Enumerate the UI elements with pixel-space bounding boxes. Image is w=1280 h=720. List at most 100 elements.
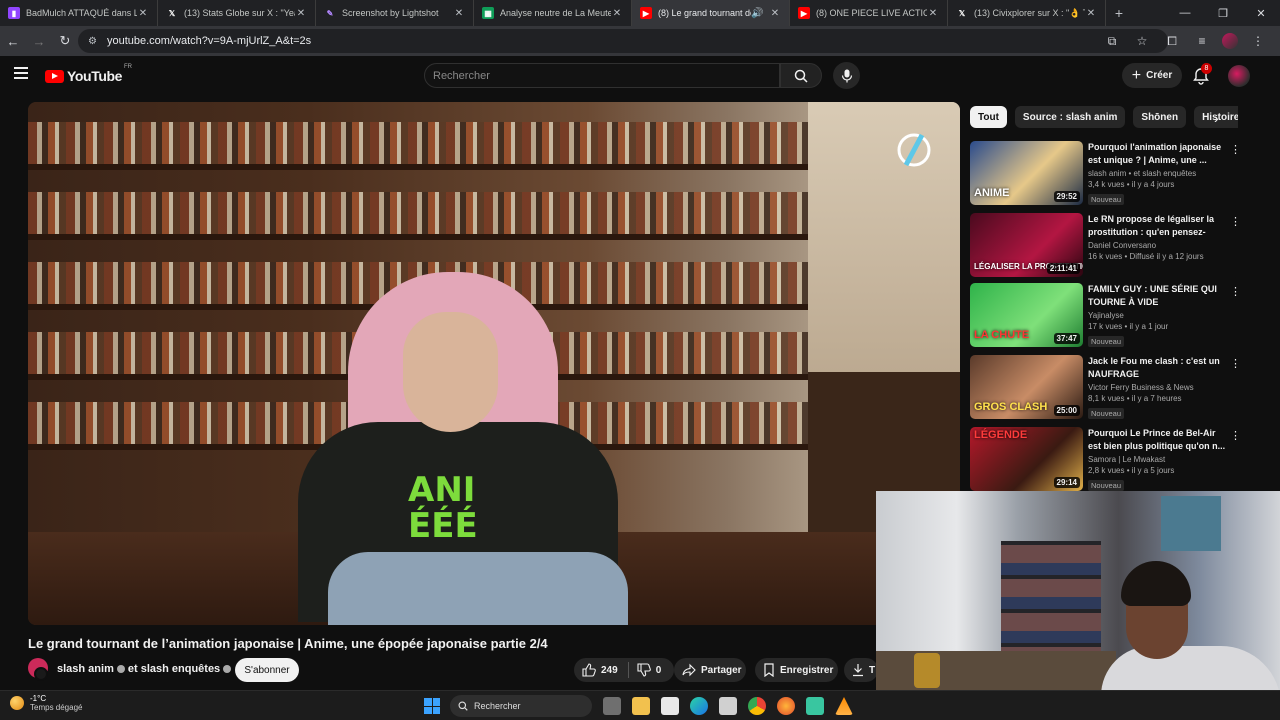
channel-names[interactable]: slash anim et slash enquêtes — [57, 663, 234, 675]
app-icon[interactable] — [806, 697, 824, 715]
maximize-icon[interactable]: ❐ — [1204, 0, 1242, 26]
video-channel[interactable]: Victor Ferry Business & News — [1088, 383, 1228, 392]
recommended-video[interactable]: LÉGENDE 29:14 Pourquoi Le Prince de Bel-… — [970, 427, 1242, 491]
thumbnail-text: GROS CLASH — [974, 401, 1048, 413]
logo-text: YouTube — [67, 68, 123, 84]
bookshelf-books — [28, 122, 808, 164]
more-options-icon[interactable]: ⋮ — [1230, 285, 1241, 298]
new-tab-button[interactable]: + — [1106, 5, 1132, 21]
browser-tab[interactable]: ▶ (8) ONE PIECE LIVE ACTION SA ✕ — [790, 0, 948, 26]
video-thumbnail[interactable]: LÉGENDE 29:14 — [970, 427, 1083, 491]
channel-avatar-secondary[interactable] — [34, 667, 48, 681]
chip-source[interactable]: Source : slash anim — [1014, 106, 1126, 128]
video-channel[interactable]: slash anim • et slash enquêtes — [1088, 169, 1228, 178]
file-explorer-icon[interactable] — [632, 697, 650, 715]
video-title[interactable]: FAMILY GUY : UNE SÉRIE QUI TOURNE À VIDE — [1088, 283, 1228, 309]
windows-start-icon[interactable] — [424, 698, 440, 714]
browser-tab[interactable]: 𝕏 (13) Civixplorer sur X : "👌 The ✕ — [948, 0, 1106, 26]
vlc-icon[interactable] — [835, 697, 853, 715]
document-icon[interactable] — [661, 697, 679, 715]
video-channel[interactable]: Samora | Le Mwakast — [1088, 455, 1228, 464]
video-frame: ANI ÉÉÉ — [28, 102, 960, 625]
recommended-video[interactable]: ANIME 29:52 Pourquoi l'animation japonai… — [970, 141, 1242, 205]
firefox-icon[interactable] — [777, 697, 795, 715]
channel-name[interactable]: slash anim — [57, 663, 114, 675]
video-thumbnail[interactable]: LA CHUTE 37:47 — [970, 283, 1083, 347]
browser-tab[interactable]: ▮ BadMulch ATTAQUÉ dans LIBÉ ✕ — [0, 0, 158, 26]
tab-close-icon[interactable]: ✕ — [453, 8, 465, 19]
webcam-poster — [1161, 496, 1221, 551]
video-player[interactable]: ANI ÉÉÉ — [28, 102, 960, 625]
browser-tab-active[interactable]: ▶ (8) Le grand tournant de l'a 🔊 ✕ — [632, 0, 790, 26]
video-title[interactable]: Pourquoi l'animation japonaise est uniqu… — [1088, 141, 1228, 167]
video-title[interactable]: Jack le Fou me clash : c'est un NAUFRAGE — [1088, 355, 1228, 381]
address-bar[interactable]: ⚙ youtube.com/watch?v=9A-mjUrlZ_A&t=2s — [78, 29, 1168, 53]
recommended-video[interactable]: LA CHUTE 37:47 FAMILY GUY : UNE SÉRIE QU… — [970, 283, 1242, 347]
site-info-icon[interactable]: ⚙ — [88, 36, 97, 47]
video-title[interactable]: Pourquoi Le Prince de Bel-Air est bien p… — [1088, 427, 1228, 453]
video-channel[interactable]: Daniel Conversano — [1088, 241, 1228, 250]
media-control-icon[interactable]: ≡ — [1192, 34, 1212, 48]
speaker-icon[interactable]: 🔊 — [751, 8, 763, 19]
share-button[interactable]: Partager — [674, 658, 746, 682]
tab-close-icon[interactable]: ✕ — [295, 8, 307, 19]
notifications-button[interactable]: 8 — [1192, 63, 1212, 85]
tab-close-icon[interactable]: ✕ — [927, 8, 939, 19]
tab-close-icon[interactable]: ✕ — [769, 8, 781, 19]
account-avatar[interactable] — [1228, 65, 1250, 87]
extensions-icon[interactable]: ⧠ — [1162, 34, 1182, 49]
youtube-logo[interactable]: YouTube FR — [45, 64, 132, 84]
tab-close-icon[interactable]: ✕ — [1085, 8, 1097, 19]
browser-tab[interactable]: ✎ Screenshot by Lightshot ✕ — [316, 0, 474, 26]
chip-all[interactable]: Tout — [970, 106, 1007, 128]
search-button[interactable] — [780, 63, 822, 88]
save-button[interactable]: Enregistrer — [755, 658, 838, 682]
more-options-icon[interactable]: ⋮ — [1230, 215, 1241, 228]
browser-menu-icon[interactable]: ⋮ — [1248, 34, 1268, 48]
more-options-icon[interactable]: ⋮ — [1230, 357, 1241, 370]
chrome-icon[interactable] — [748, 697, 766, 715]
weather-widget[interactable]: -1°C Temps dégagé — [10, 694, 82, 712]
browser-tab[interactable]: 𝕏 (13) Stats Globe sur X : "Year W ✕ — [158, 0, 316, 26]
video-channel[interactable]: Yajinalyse — [1088, 311, 1228, 320]
profile-avatar[interactable] — [1222, 33, 1238, 49]
close-window-icon[interactable]: ✕ — [1242, 0, 1280, 26]
reload-icon[interactable]: ↻ — [52, 28, 78, 54]
browser-tab[interactable]: ▦ Analyse neutre de La Meute - G ✕ — [474, 0, 632, 26]
video-views: 16 k vues • Diffusé il y a 12 jours — [1088, 252, 1204, 261]
hamburger-menu-icon[interactable] — [14, 67, 28, 79]
recommended-video[interactable]: LÉGALISER LA PROSTITUTION ? 2:11:41 Le R… — [970, 213, 1242, 277]
presenter-jeans — [328, 552, 628, 625]
tab-close-icon[interactable]: ✕ — [611, 8, 623, 19]
create-button[interactable]: + Créer — [1122, 63, 1182, 88]
channel-name-2[interactable]: slash enquêtes — [141, 663, 220, 675]
edge-icon[interactable] — [690, 697, 708, 715]
cast-icon[interactable]: ⧉ — [1102, 34, 1122, 49]
like-button[interactable]: 249 — [574, 663, 628, 677]
voice-search-button[interactable] — [833, 62, 860, 89]
video-thumbnail[interactable]: ANIME 29:52 — [970, 141, 1083, 205]
channel-row: slash anim et slash enquêtes S'abonner 24… — [28, 657, 878, 683]
more-options-icon[interactable]: ⋮ — [1230, 143, 1241, 156]
video-meta: Pourquoi l'animation japonaise est uniqu… — [1088, 141, 1228, 207]
more-options-icon[interactable]: ⋮ — [1230, 429, 1241, 442]
download-button[interactable]: T — [844, 658, 878, 682]
video-thumbnail[interactable]: LÉGALISER LA PROSTITUTION ? 2:11:41 — [970, 213, 1083, 277]
task-view-icon[interactable] — [603, 697, 621, 715]
minimize-icon[interactable]: — — [1166, 0, 1204, 26]
tab-close-icon[interactable]: ✕ — [137, 8, 149, 19]
forward-icon[interactable]: → — [26, 28, 52, 54]
bookmark-star-icon[interactable]: ☆ — [1132, 34, 1152, 48]
store-icon[interactable] — [719, 697, 737, 715]
chip-shonen[interactable]: Shōnen — [1133, 106, 1187, 128]
taskbar-search[interactable]: Rechercher — [450, 695, 592, 717]
chevron-right-icon[interactable]: › — [1214, 110, 1219, 126]
search-input[interactable]: Rechercher — [424, 63, 780, 88]
recommended-video[interactable]: GROS CLASH 25:00 Jack le Fou me clash : … — [970, 355, 1242, 419]
dislike-button[interactable]: 0 — [629, 663, 661, 677]
video-thumbnail[interactable]: GROS CLASH 25:00 — [970, 355, 1083, 419]
duration-badge: 2:11:41 — [1046, 263, 1080, 274]
subscribe-button[interactable]: S'abonner — [235, 658, 299, 682]
video-title[interactable]: Le RN propose de légaliser la prostituti… — [1088, 213, 1228, 239]
back-icon[interactable]: ← — [0, 28, 26, 54]
